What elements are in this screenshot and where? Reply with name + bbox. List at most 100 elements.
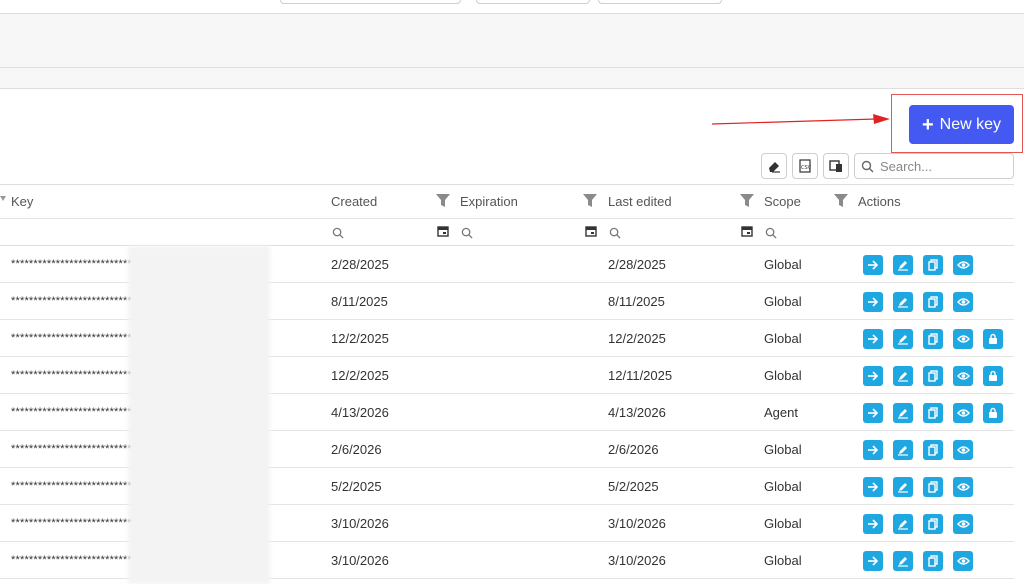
last-edited-cell: 12/2/2025 [608, 330, 666, 346]
search-icon[interactable] [332, 227, 344, 239]
key-cell: **************************** [11, 258, 137, 270]
key-cell: **************************** [11, 480, 137, 492]
export-csv-button[interactable]: CSV [792, 153, 818, 179]
top-tab[interactable] [476, 0, 590, 4]
view-button[interactable] [953, 366, 973, 386]
view-button[interactable] [953, 403, 973, 423]
column-header-created[interactable]: Created [331, 185, 377, 218]
column-header-expiration[interactable]: Expiration [460, 185, 518, 218]
last-edited-cell: 5/2/2025 [608, 478, 659, 494]
lock-button[interactable] [983, 366, 1003, 386]
copy-button[interactable] [923, 366, 943, 386]
filter-funnel-icon[interactable] [436, 194, 450, 208]
clear-filters-button[interactable] [761, 153, 787, 179]
open-button[interactable] [863, 329, 883, 349]
edit-icon [898, 446, 908, 456]
top-nav-bar [0, 0, 1024, 14]
view-button[interactable] [953, 551, 973, 571]
copy-icon [928, 333, 938, 345]
copy-button[interactable] [923, 440, 943, 460]
edit-icon [898, 520, 908, 530]
calendar-icon[interactable] [741, 225, 753, 237]
edit-button[interactable] [893, 292, 913, 312]
filter-funnel-icon[interactable] [834, 194, 848, 208]
last-edited-cell: 3/10/2026 [608, 552, 666, 568]
arrow-right-icon [868, 445, 879, 455]
column-header-scope[interactable]: Scope [764, 185, 801, 218]
edit-icon [898, 557, 908, 567]
last-edited-cell: 2/28/2025 [608, 256, 666, 272]
copy-icon [928, 407, 938, 419]
lock-icon [989, 370, 997, 381]
filter-row [0, 219, 1014, 246]
eye-icon [956, 372, 970, 380]
edit-button[interactable] [893, 551, 913, 571]
edit-icon [898, 261, 908, 271]
header-band [0, 14, 1024, 68]
edit-button[interactable] [893, 403, 913, 423]
edit-icon [898, 335, 908, 345]
calendar-icon[interactable] [585, 225, 597, 237]
edit-button[interactable] [893, 514, 913, 534]
search-icon[interactable] [765, 227, 777, 239]
open-button[interactable] [863, 440, 883, 460]
created-cell: 2/6/2026 [331, 441, 382, 457]
view-button[interactable] [953, 255, 973, 275]
open-button[interactable] [863, 551, 883, 571]
table-header-row: Key Created Expiration Last edited Scope… [0, 185, 1014, 219]
edit-button[interactable] [893, 440, 913, 460]
search-icon[interactable] [609, 227, 621, 239]
view-button[interactable] [953, 440, 973, 460]
copy-button[interactable] [923, 255, 943, 275]
scope-cell: Global [764, 515, 802, 531]
view-button[interactable] [953, 292, 973, 312]
arrow-right-icon [868, 260, 879, 270]
key-cell: **************************** [11, 406, 137, 418]
search-box[interactable] [854, 153, 1014, 179]
copy-icon [928, 259, 938, 271]
open-button[interactable] [863, 366, 883, 386]
last-edited-cell: 12/11/2025 [608, 367, 673, 383]
top-tab[interactable] [598, 0, 722, 4]
copy-button[interactable] [923, 403, 943, 423]
column-header-key[interactable]: Key [11, 185, 33, 218]
new-key-button[interactable]: + New key [909, 105, 1014, 144]
view-button[interactable] [953, 514, 973, 534]
view-button[interactable] [953, 477, 973, 497]
open-button[interactable] [863, 255, 883, 275]
copy-button[interactable] [923, 329, 943, 349]
calendar-icon[interactable] [437, 225, 449, 237]
search-icon [861, 160, 874, 172]
edit-button[interactable] [893, 477, 913, 497]
search-icon[interactable] [461, 227, 473, 239]
copy-button[interactable] [923, 477, 943, 497]
column-header-last-edited[interactable]: Last edited [608, 185, 672, 218]
created-cell: 12/2/2025 [331, 367, 389, 383]
scope-cell: Global [764, 256, 802, 272]
open-button[interactable] [863, 403, 883, 423]
edit-icon [898, 483, 908, 493]
edit-button[interactable] [893, 329, 913, 349]
column-resize-edge [0, 185, 8, 218]
copy-button[interactable] [923, 551, 943, 571]
open-button[interactable] [863, 514, 883, 534]
copy-icon [928, 555, 938, 567]
search-input[interactable] [880, 158, 1000, 174]
view-button[interactable] [953, 329, 973, 349]
filter-funnel-icon[interactable] [740, 194, 754, 208]
open-button[interactable] [863, 292, 883, 312]
column-chooser-button[interactable] [823, 153, 849, 179]
copy-button[interactable] [923, 292, 943, 312]
lock-button[interactable] [983, 329, 1003, 349]
lock-button[interactable] [983, 403, 1003, 423]
edit-button[interactable] [893, 255, 913, 275]
eye-icon [956, 298, 970, 306]
new-key-label: New key [939, 115, 1002, 133]
eye-icon [956, 261, 970, 269]
last-edited-cell: 4/13/2026 [608, 404, 666, 420]
open-button[interactable] [863, 477, 883, 497]
edit-button[interactable] [893, 366, 913, 386]
copy-button[interactable] [923, 514, 943, 534]
top-tab[interactable] [280, 0, 461, 4]
filter-funnel-icon[interactable] [583, 194, 597, 208]
